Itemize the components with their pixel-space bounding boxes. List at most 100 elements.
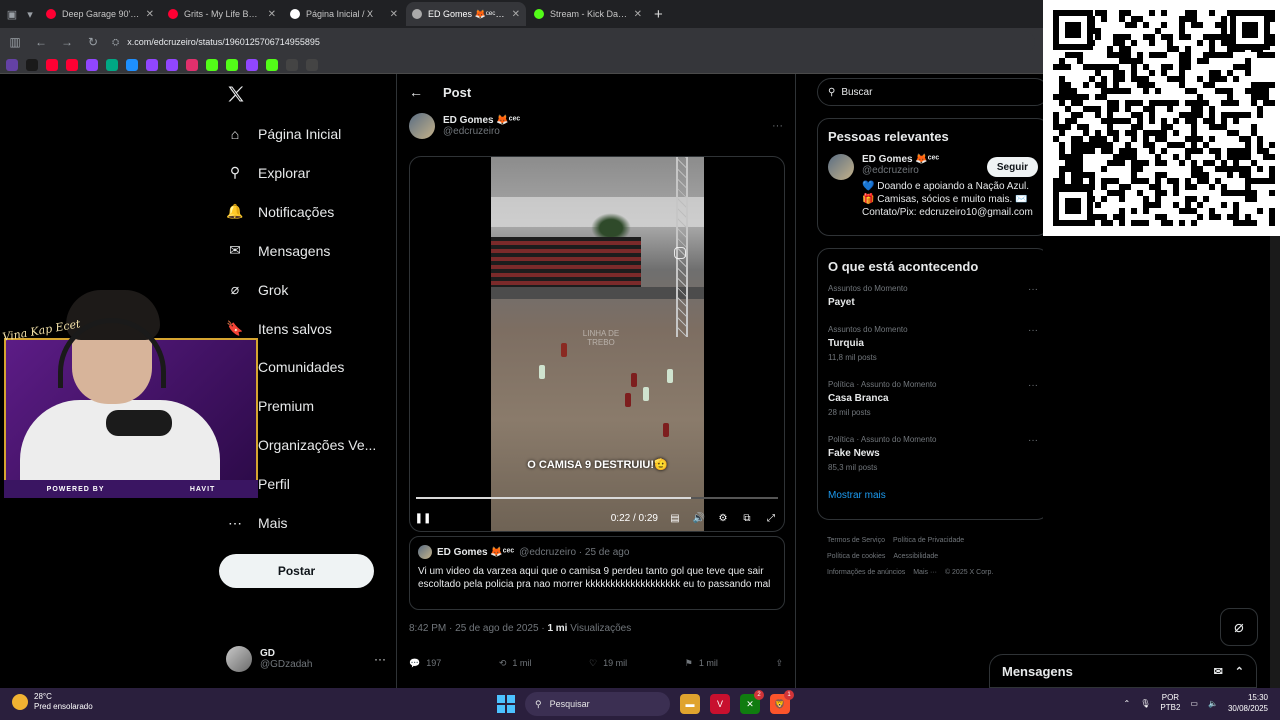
timestamp-text[interactable]: 8:42 PM · 25 de ago de 2025 ·: [409, 623, 547, 634]
trend-item[interactable]: Política · Assunto do Momento Fake News 85…: [828, 435, 1038, 490]
show-more-link[interactable]: Mostrar mais: [828, 490, 1038, 501]
pip-icon[interactable]: ⧉: [740, 511, 754, 525]
trend-more-icon[interactable]: ···: [1028, 380, 1038, 391]
xbox-icon[interactable]: ✕ 2: [740, 690, 764, 714]
browser-tab[interactable]: Grits - My Life Be Like ✕: [162, 2, 282, 26]
reply-button[interactable]: 💬 197: [409, 658, 441, 669]
bookmark-icon[interactable]: [6, 58, 18, 71]
trend-item[interactable]: Assuntos do Momento Turquia 11,8 mil posts…: [828, 325, 1038, 380]
post-more-icon[interactable]: ···: [772, 120, 783, 132]
account-more-icon[interactable]: ···: [374, 652, 386, 666]
back-arrow-icon[interactable]: ←: [409, 84, 423, 100]
trend-item[interactable]: Política · Assunto do Momento Casa Branca…: [828, 380, 1038, 435]
footer-link[interactable]: Política de cookies: [827, 553, 885, 560]
account-switcher[interactable]: GD @GDzadah ···: [226, 644, 386, 674]
footer-link[interactable]: Política de Privacidade: [893, 537, 964, 544]
bookmark-icon[interactable]: [186, 58, 198, 71]
footer-link[interactable]: Acessibilidade: [893, 553, 938, 560]
search-input[interactable]: ⚲ Buscar: [817, 78, 1049, 106]
fullscreen-icon[interactable]: ⤢: [764, 511, 778, 525]
video-player[interactable]: LINHA DE TREBO O CAMISA 9 DESTRUIU!🫡 ❚❚ …: [409, 156, 785, 532]
site-settings-icon[interactable]: ⛭: [112, 37, 119, 48]
bookmark-icon[interactable]: [166, 58, 178, 71]
browser-tab[interactable]: ED Gomes 🦊ᶜᵉᶜ no X: ✕: [406, 2, 526, 26]
bookmark-icon[interactable]: [266, 58, 278, 71]
nav-item[interactable]: ⚲ Explorar: [226, 161, 310, 185]
bookmark-icon[interactable]: [46, 58, 58, 71]
messages-drawer[interactable]: Mensagens ✉ ⌃: [989, 654, 1257, 688]
display-icon[interactable]: ▭: [1190, 699, 1198, 708]
language-indicator[interactable]: POR PTB2: [1160, 693, 1180, 713]
bookmark-icon[interactable]: [226, 58, 238, 71]
bookmark-icon[interactable]: [126, 58, 138, 71]
nav-item[interactable]: ⌂ Página Inicial: [226, 122, 342, 146]
back-icon[interactable]: ←: [34, 35, 48, 49]
settings-icon[interactable]: ⚙: [716, 511, 730, 525]
taskbar-search[interactable]: ⚲ Pesquisar: [525, 692, 670, 716]
nav-item[interactable]: ✉ Mensagens: [226, 239, 330, 263]
speaker-icon[interactable]: 🔈: [1208, 699, 1218, 708]
close-tab-icon[interactable]: ✕: [512, 9, 520, 20]
sidebar-toggle-icon[interactable]: ▣: [4, 6, 20, 22]
close-tab-icon[interactable]: ✕: [268, 9, 276, 20]
bookmark-icon[interactable]: [286, 58, 298, 71]
brave-icon[interactable]: 🦁 1: [770, 690, 794, 714]
footer-link[interactable]: Mais ···: [913, 569, 937, 576]
reload-icon[interactable]: ↻: [86, 35, 100, 49]
forward-icon[interactable]: →: [60, 35, 74, 49]
bookmark-icon[interactable]: [306, 58, 318, 71]
new-message-icon[interactable]: ✉: [1214, 665, 1223, 678]
scrollbar[interactable]: [1270, 236, 1280, 688]
file-explorer-icon[interactable]: ▬: [680, 694, 700, 714]
share-button[interactable]: ⇪: [775, 658, 783, 669]
like-button[interactable]: ♡ 19 mil: [589, 658, 627, 669]
pause-icon[interactable]: ❚❚: [415, 511, 432, 525]
volume-icon[interactable]: 🔊: [692, 511, 706, 525]
browser-tab[interactable]: Stream - Kick Dashboa ✕: [528, 2, 648, 26]
follow-button[interactable]: Seguir: [986, 157, 1038, 177]
browser-tab[interactable]: Página Inicial / X ✕: [284, 2, 404, 26]
trend-more-icon[interactable]: ···: [1028, 284, 1038, 295]
tray-overflow-icon[interactable]: ⌃: [1124, 699, 1131, 708]
bookmark-icon[interactable]: [26, 58, 38, 71]
bookmark-button[interactable]: ⚑ 1 mil: [685, 658, 718, 669]
grok-button[interactable]: ⌀: [1220, 608, 1258, 646]
vivaldi-icon[interactable]: V: [710, 694, 730, 714]
clock[interactable]: 15:30 30/08/2025: [1228, 692, 1268, 714]
video-progress-bar[interactable]: [416, 497, 778, 499]
trend-more-icon[interactable]: ···: [1028, 325, 1038, 336]
weather-widget[interactable]: 28°C Pred ensolarado: [12, 692, 93, 712]
close-tab-icon[interactable]: ✕: [390, 9, 398, 20]
close-tab-icon[interactable]: ✕: [634, 9, 642, 20]
footer-link[interactable]: © 2025 X Corp.: [945, 569, 993, 576]
x-logo-icon[interactable]: [226, 84, 246, 104]
browser-tab[interactable]: Deep Garage 90's Hou ✕: [40, 2, 160, 26]
microphone-icon[interactable]: 🎙: [1140, 699, 1150, 708]
expand-icon[interactable]: ⌃: [1235, 665, 1244, 678]
bookmark-icon[interactable]: [86, 58, 98, 71]
author-name[interactable]: ED Gomes 🦊ᶜᵉᶜ: [443, 115, 520, 126]
repost-button[interactable]: ⟲ 1 mil: [499, 658, 532, 669]
video-frame[interactable]: LINHA DE TREBO O CAMISA 9 DESTRUIU!🫡: [491, 157, 704, 531]
trend-item[interactable]: Assuntos do Momento Payet ···: [828, 284, 1038, 325]
footer-link[interactable]: Informações de anúncios: [827, 569, 905, 576]
trend-more-icon[interactable]: ···: [1028, 435, 1038, 446]
new-tab-button[interactable]: +: [654, 6, 663, 23]
bookmark-icon[interactable]: [146, 58, 158, 71]
bookmark-icon[interactable]: [66, 58, 78, 71]
bookmark-icon[interactable]: [206, 58, 218, 71]
bookmark-icon[interactable]: [106, 58, 118, 71]
url-field[interactable]: ⛭ x.com/edcruzeiro/status/19601257067149…: [112, 31, 1035, 53]
captions-icon[interactable]: ▤: [668, 511, 682, 525]
tab-search-icon[interactable]: ▾: [22, 6, 38, 22]
quoted-post[interactable]: ED Gomes 🦊ᶜᵉᶜ @edcruzeiro · 25 de ago Vi…: [409, 536, 785, 610]
author-avatar[interactable]: [409, 113, 435, 139]
close-tab-icon[interactable]: ✕: [146, 9, 154, 20]
nav-item[interactable]: ⋯ Mais: [226, 511, 288, 535]
footer-link[interactable]: Termos de Serviço: [827, 537, 885, 544]
post-button[interactable]: Postar: [219, 554, 374, 588]
start-button[interactable]: [497, 695, 515, 713]
author-handle[interactable]: @edcruzeiro: [443, 126, 520, 137]
sidebar-panel-icon[interactable]: ▥: [8, 35, 22, 49]
bookmark-icon[interactable]: [246, 58, 258, 71]
